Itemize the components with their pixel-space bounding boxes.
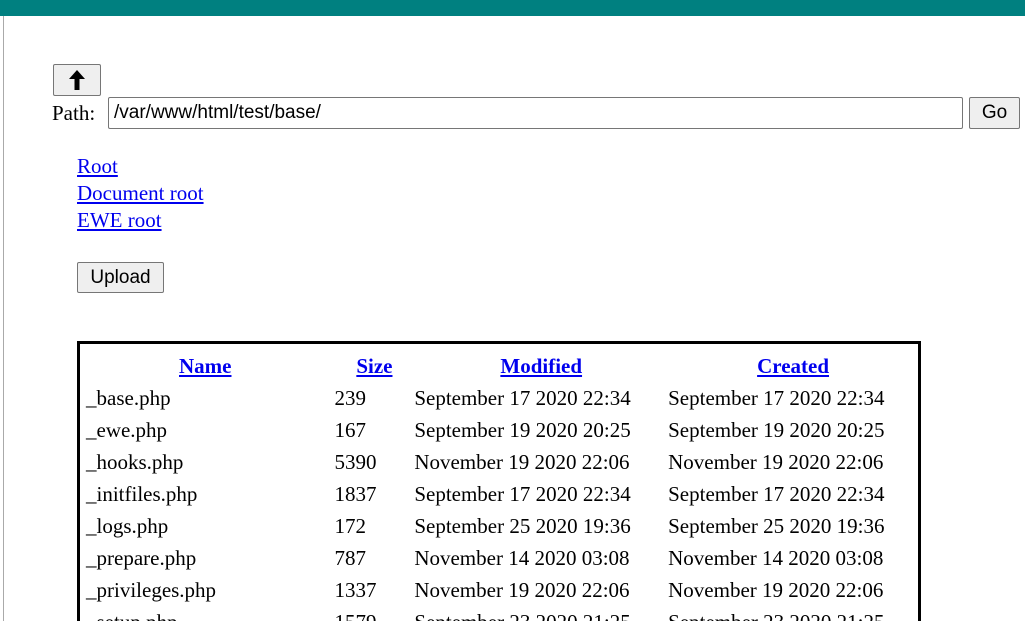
file-size: 1837 — [334, 481, 377, 506]
sort-by-size-link[interactable]: Size — [356, 354, 392, 378]
column-header-created: Created — [668, 350, 918, 382]
file-size: 172 — [334, 513, 367, 538]
link-document-root[interactable]: Document root — [77, 180, 204, 207]
file-created: September 19 2020 20:25 — [668, 417, 885, 442]
file-modified: November 14 2020 03:08 — [414, 545, 630, 570]
file-name: _setup.php — [86, 606, 325, 621]
file-modified: September 17 2020 22:34 — [414, 481, 631, 506]
top-bar — [0, 0, 1025, 16]
table-row[interactable]: _setup.php 1579 September 23 2020 21:25 … — [86, 606, 918, 621]
file-name: _base.php — [86, 385, 171, 410]
file-name: _privileges.php — [86, 577, 217, 602]
link-ewe-root[interactable]: EWE root — [77, 207, 204, 234]
table-row[interactable]: _initfiles.php 1837 September 17 2020 22… — [86, 478, 918, 510]
column-header-name: Name — [86, 350, 325, 382]
file-modified: September 17 2020 22:34 — [414, 385, 631, 410]
file-created: September 17 2020 22:34 — [668, 385, 885, 410]
table-row[interactable]: _hooks.php 5390 November 19 2020 22:06 N… — [86, 446, 918, 478]
file-created: September 25 2020 19:36 — [668, 513, 885, 538]
go-button[interactable]: Go — [969, 97, 1020, 129]
sort-by-created-link[interactable]: Created — [757, 354, 829, 378]
file-size: 1337 — [334, 577, 377, 602]
table-row[interactable]: _logs.php 172 September 25 2020 19:36 Se… — [86, 510, 918, 542]
file-modified: September 25 2020 19:36 — [414, 513, 631, 538]
table-row[interactable]: _ewe.php 167 September 19 2020 20:25 Sep… — [86, 414, 918, 446]
file-name: _ewe.php — [86, 417, 168, 442]
table-row[interactable]: _prepare.php 787 November 14 2020 03:08 … — [86, 542, 918, 574]
window-edge — [3, 16, 4, 621]
path-input[interactable] — [108, 97, 963, 129]
table-row[interactable]: _privileges.php 1337 November 19 2020 22… — [86, 574, 918, 606]
file-size: 5390 — [334, 449, 377, 474]
table-row[interactable]: _base.php 239 September 17 2020 22:34 Se… — [86, 382, 918, 414]
quick-links: Root Document root EWE root — [77, 153, 204, 234]
file-created: September 17 2020 22:34 — [668, 481, 885, 506]
up-directory-button[interactable] — [53, 64, 101, 96]
table-header-row: Name Size Modified Created — [86, 350, 918, 382]
column-header-modified: Modified — [414, 350, 668, 382]
file-table: Name Size Modified Created _base.php 239… — [86, 350, 918, 621]
arrow-up-icon — [69, 70, 85, 90]
sort-by-name-link[interactable]: Name — [179, 354, 231, 378]
file-list-panel: Name Size Modified Created _base.php 239… — [77, 341, 921, 621]
file-name: _hooks.php — [86, 449, 184, 474]
file-modified: November 19 2020 22:06 — [414, 449, 630, 474]
file-created: November 14 2020 03:08 — [668, 545, 884, 570]
link-root[interactable]: Root — [77, 153, 204, 180]
path-label: Path: — [52, 101, 96, 125]
file-size: 239 — [334, 385, 367, 410]
file-name: _prepare.php — [86, 545, 197, 570]
column-header-size: Size — [325, 350, 415, 382]
file-name: _logs.php — [86, 513, 169, 538]
file-modified: September 19 2020 20:25 — [414, 417, 631, 442]
file-name: _initfiles.php — [86, 481, 198, 506]
file-created: November 19 2020 22:06 — [668, 577, 884, 602]
file-created: November 19 2020 22:06 — [668, 449, 884, 474]
file-created: September 23 2020 21:25 — [668, 606, 918, 621]
file-modified: September 23 2020 21:25 — [414, 606, 668, 621]
file-size: 167 — [334, 417, 367, 442]
upload-button[interactable]: Upload — [77, 262, 164, 293]
sort-by-modified-link[interactable]: Modified — [500, 354, 582, 378]
file-size: 787 — [334, 545, 367, 570]
file-size: 1579 — [325, 606, 415, 621]
file-modified: November 19 2020 22:06 — [414, 577, 630, 602]
